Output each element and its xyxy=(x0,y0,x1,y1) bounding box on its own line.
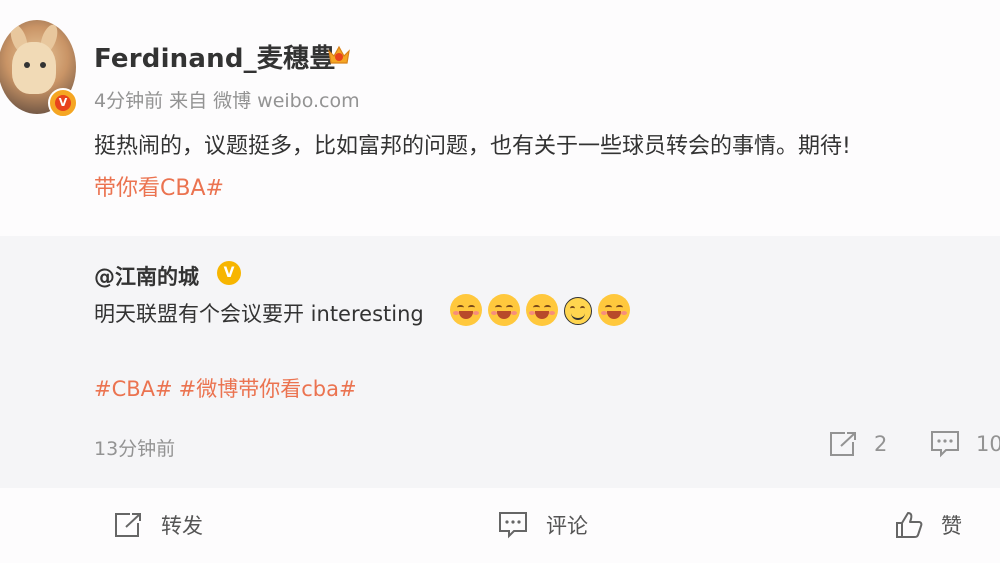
repost-count: 2 xyxy=(874,432,888,456)
weibo-post: V Ferdinand_麦穗豊 4分钟前 来自 微博 weibo.com 挺热闹的，… xyxy=(0,0,1000,563)
share-icon xyxy=(115,513,141,537)
comment-button[interactable]: 评论 xyxy=(498,510,588,540)
username[interactable]: Ferdinand_麦穗豊 xyxy=(94,38,335,75)
quote-hashtags: #CBA# #微博带你看cba# xyxy=(94,373,363,403)
post-meta: 4分钟前 来自 微博 weibo.com xyxy=(94,86,366,113)
source-prefix: 来自 xyxy=(169,90,208,112)
post-source[interactable]: 微博 weibo.com xyxy=(213,90,360,112)
avatar-eye xyxy=(24,62,30,68)
quote-comment-button[interactable]: 10 xyxy=(930,430,1000,458)
blushing-emoji-icon xyxy=(488,294,520,326)
quote-text: 明天联盟有个会议要开 interesting xyxy=(94,302,424,326)
hashtag-link[interactable]: #CBA# xyxy=(94,377,173,401)
smile-emoji-icon xyxy=(564,297,592,325)
blushing-emoji-icon xyxy=(598,294,630,326)
comment-icon xyxy=(931,431,959,458)
hashtag-link[interactable]: #微博带你看cba# xyxy=(179,377,357,401)
blushing-emoji-icon xyxy=(526,294,558,326)
comment-count: 10 xyxy=(976,432,1000,456)
post-content: 挺热闹的，议题挺多，比如富邦的问题，也有关于一些球员转会的事情。期待! xyxy=(94,134,851,159)
like-icon xyxy=(896,512,923,538)
hashtag-link[interactable]: 带你看CBA# xyxy=(94,170,224,202)
comment-label: 评论 xyxy=(546,514,588,538)
emoji-row xyxy=(450,294,630,328)
crown-icon xyxy=(328,45,350,64)
share-icon xyxy=(830,432,856,456)
quote-author[interactable]: @江南的城 xyxy=(94,261,199,291)
avatar-eye xyxy=(40,62,46,68)
repost-button[interactable]: 转发 xyxy=(113,510,203,540)
like-button[interactable]: 赞 xyxy=(895,510,962,540)
quote-time: 13分钟前 xyxy=(94,438,176,460)
like-label: 赞 xyxy=(941,514,962,538)
avatar-face xyxy=(12,42,56,94)
comment-icon xyxy=(499,512,527,539)
quote-repost-button[interactable]: 2 xyxy=(828,430,887,458)
verified-icon: V xyxy=(48,88,78,118)
blushing-emoji-icon xyxy=(450,294,482,326)
verified-icon: V xyxy=(217,261,241,285)
post-time: 4分钟前 xyxy=(94,90,164,112)
repost-label: 转发 xyxy=(161,514,203,538)
